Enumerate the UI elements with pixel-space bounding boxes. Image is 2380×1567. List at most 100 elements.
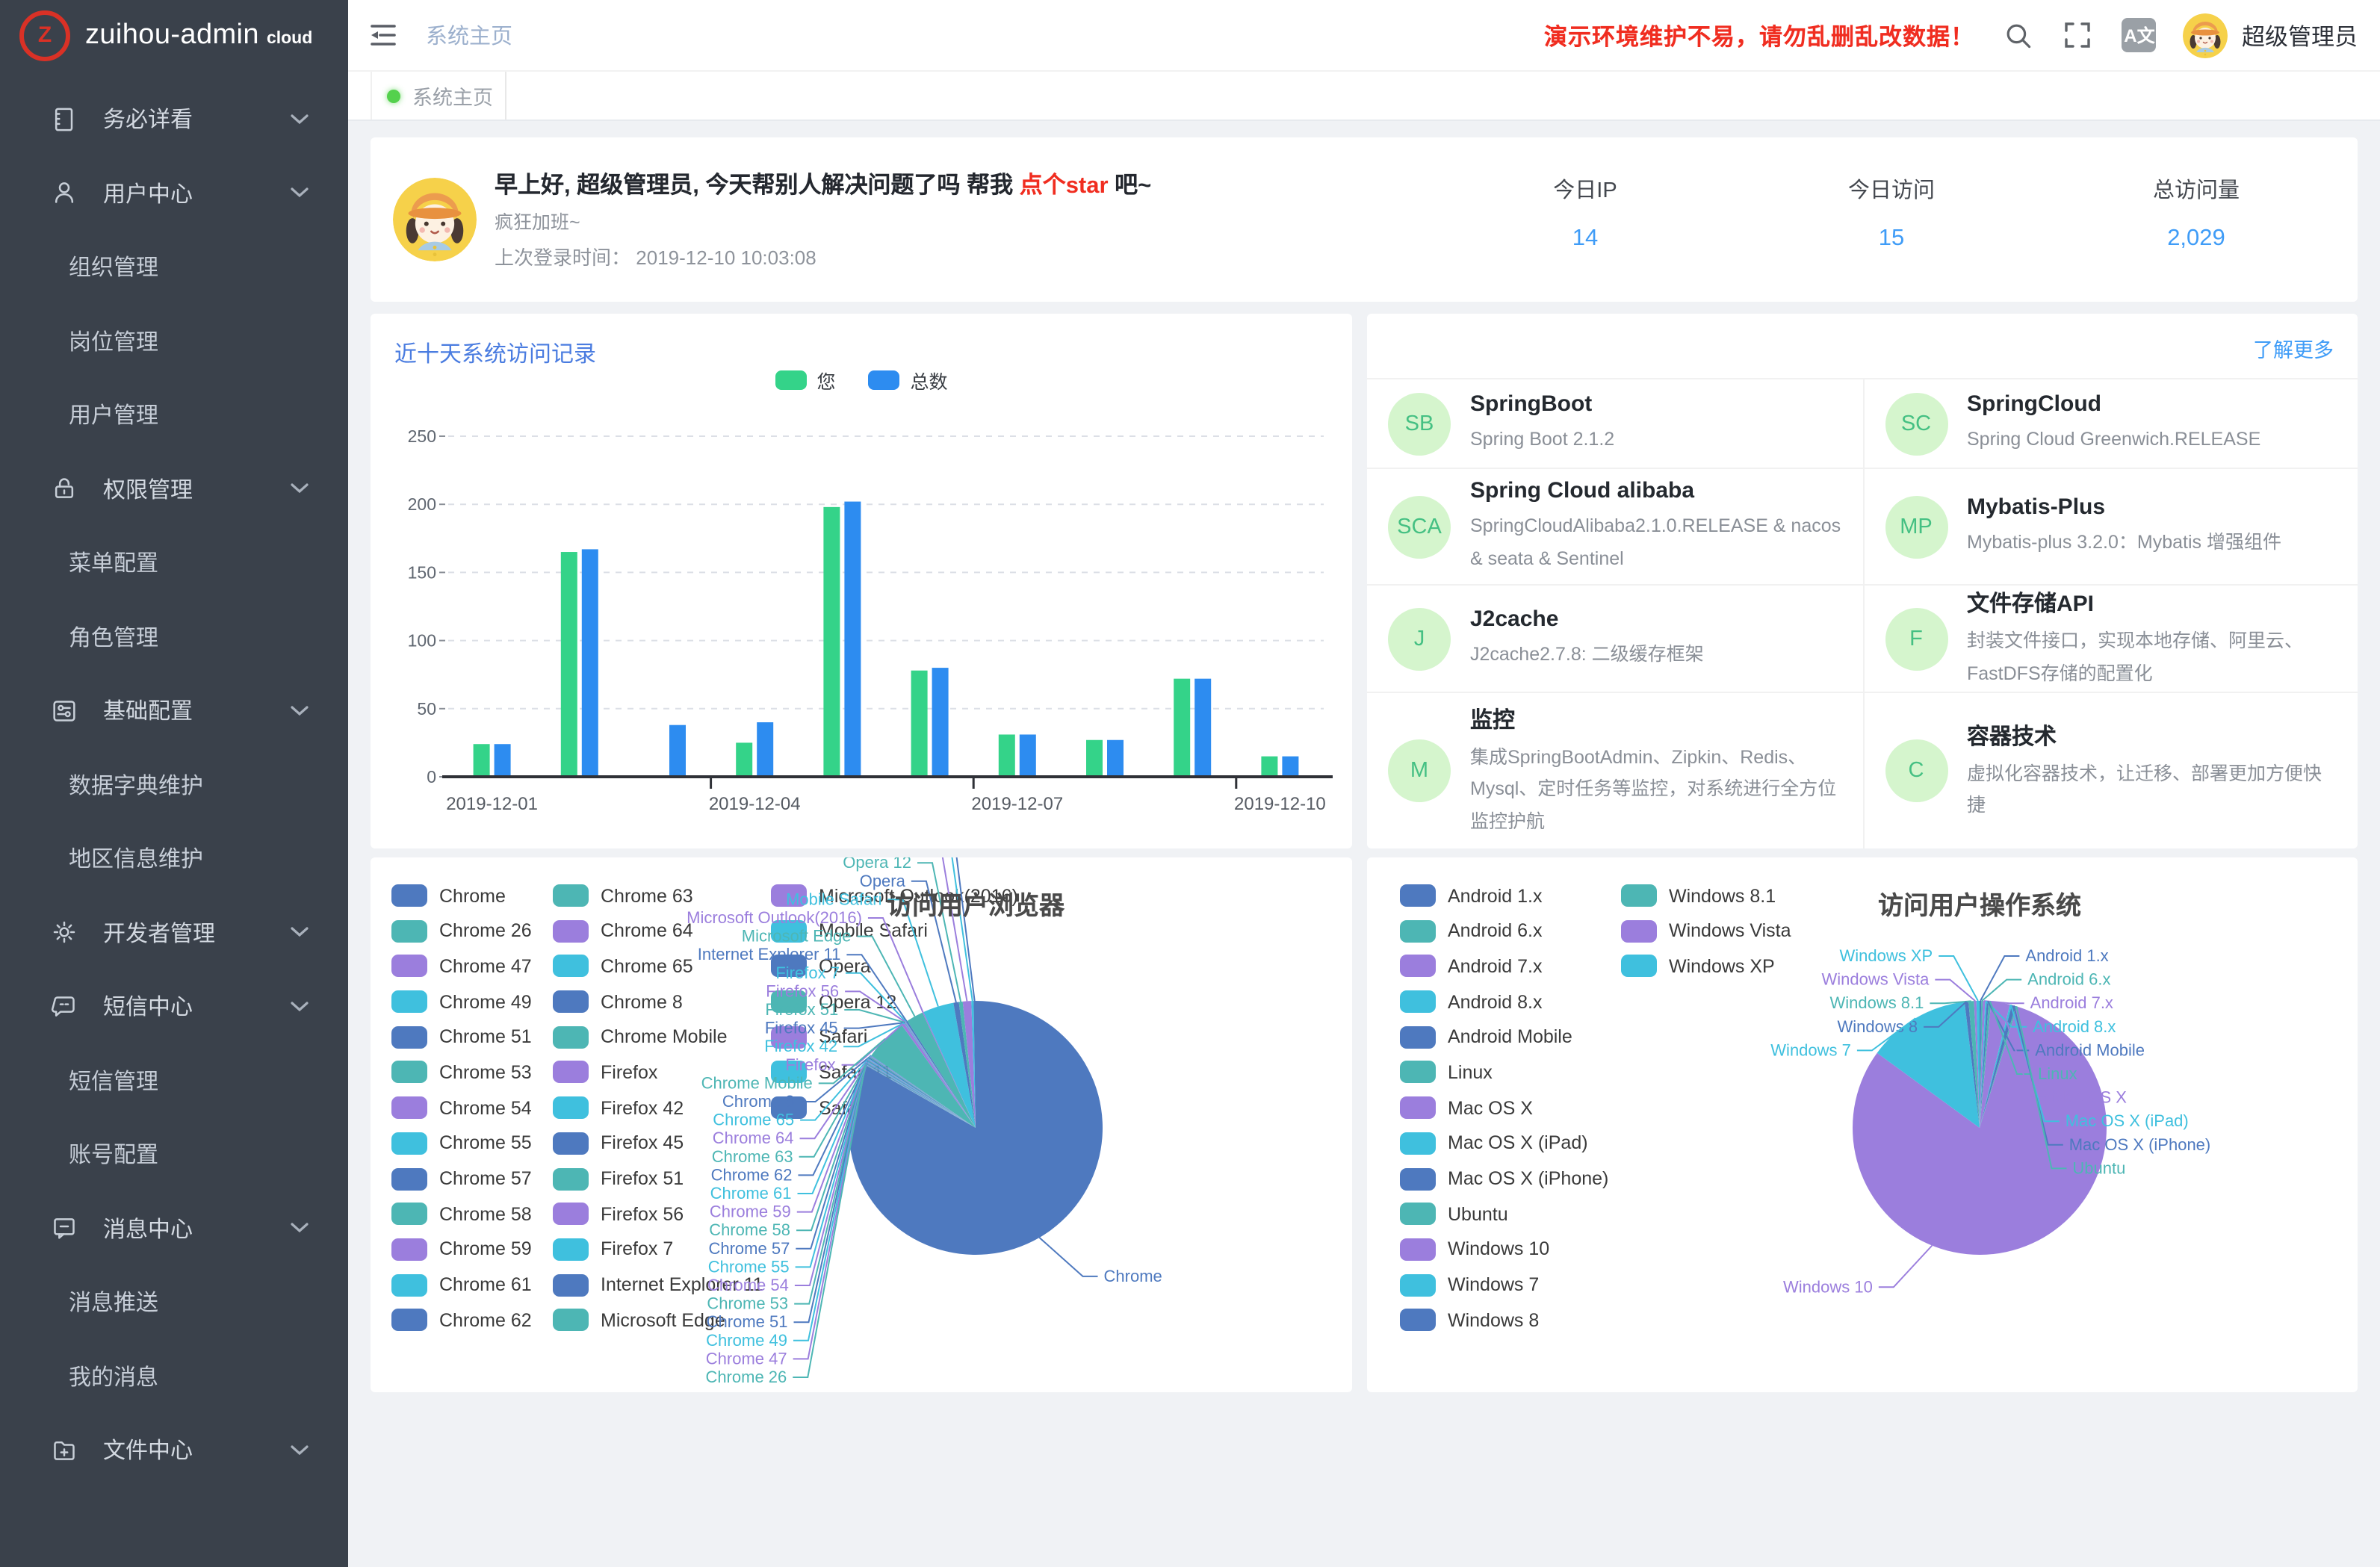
- tab-active-dot: [387, 89, 400, 102]
- legend-item-Android 6.x[interactable]: Android 6.x: [1400, 919, 1608, 942]
- legend-item-Chrome 53[interactable]: Chrome 53: [391, 1061, 532, 1084]
- legend-item-Chrome 57[interactable]: Chrome 57: [391, 1167, 532, 1190]
- legend-item-Chrome 63[interactable]: Chrome 63: [553, 884, 763, 907]
- legend-swatch: [553, 1096, 589, 1119]
- legend-item-Chrome 65[interactable]: Chrome 65: [553, 955, 763, 978]
- legend-item-Internet Explorer 11[interactable]: Internet Explorer 11: [553, 1273, 763, 1296]
- legend-swatch: [553, 919, 589, 942]
- legend-item-Firefox 45[interactable]: Firefox 45: [553, 1132, 763, 1155]
- legend-item-Chrome 55[interactable]: Chrome 55: [391, 1132, 532, 1155]
- sidebar-item-短信管理[interactable]: 短信管理: [0, 1043, 348, 1117]
- legend-item-Opera 12[interactable]: Opera 12: [771, 990, 1018, 1013]
- legend-item-Firefox 42[interactable]: Firefox 42: [553, 1096, 763, 1119]
- svg-text:Android 6.x: Android 6.x: [2027, 970, 2110, 989]
- sidebar-item-用户中心[interactable]: 用户中心: [0, 156, 348, 230]
- legend-item-Chrome 51[interactable]: Chrome 51: [391, 1026, 532, 1049]
- legend-item-Safari 11[interactable]: Safari 11: [771, 1061, 1018, 1084]
- legend-item-Chrome 54[interactable]: Chrome 54: [391, 1096, 532, 1119]
- legend-item-Ubuntu[interactable]: Ubuntu: [1400, 1203, 1608, 1225]
- legend-item-Chrome 8[interactable]: Chrome 8: [553, 990, 763, 1013]
- legend-label: Chrome 61: [439, 1274, 532, 1295]
- sidebar-item-岗位管理[interactable]: 岗位管理: [0, 304, 348, 378]
- legend-label: Android Mobile: [1448, 1027, 1572, 1048]
- legend-item-Windows 8[interactable]: Windows 8: [1400, 1309, 1608, 1332]
- breadcrumb[interactable]: 系统主页: [426, 19, 512, 51]
- legend-item-Mac OS X (iPad)[interactable]: Mac OS X (iPad): [1400, 1132, 1608, 1155]
- legend-item-Firefox 51[interactable]: Firefox 51: [553, 1167, 763, 1190]
- legend-item-Chrome 62[interactable]: Chrome 62: [391, 1309, 532, 1332]
- sidebar-item-菜单配置[interactable]: 菜单配置: [0, 526, 348, 600]
- fullscreen-icon[interactable]: [2064, 21, 2092, 49]
- sidebar-item-label: 地区信息维护: [69, 843, 203, 875]
- sidebar-item-开发者管理[interactable]: 开发者管理: [0, 896, 348, 969]
- legend-item-Chrome 47[interactable]: Chrome 47: [391, 955, 532, 978]
- sidebar-item-账号配置[interactable]: 账号配置: [0, 1117, 348, 1191]
- legend-item-Firefox[interactable]: Firefox: [553, 1061, 763, 1084]
- sidebar-item-我的消息[interactable]: 我的消息: [0, 1339, 348, 1413]
- sidebar-item-角色管理[interactable]: 角色管理: [0, 600, 348, 674]
- user-avatar[interactable]: [2184, 13, 2228, 58]
- legend-item-Opera[interactable]: Opera: [771, 955, 1018, 978]
- legend-item-Firefox 56[interactable]: Firefox 56: [553, 1203, 763, 1225]
- legend-label: Safari: [819, 1027, 867, 1048]
- legend-swatch: [1400, 1096, 1436, 1119]
- legend-item-您[interactable]: 您: [775, 366, 835, 394]
- legend-item-Chrome Mobile[interactable]: Chrome Mobile: [553, 1026, 763, 1049]
- sidebar-item-用户管理[interactable]: 用户管理: [0, 378, 348, 452]
- legend-label: Windows 7: [1448, 1274, 1539, 1295]
- legend-item-Mobile Safari[interactable]: Mobile Safari: [771, 919, 1018, 942]
- legend-item-Chrome[interactable]: Chrome: [391, 884, 532, 907]
- sidebar-item-权限管理[interactable]: 权限管理: [0, 452, 348, 526]
- star-link[interactable]: 点个star: [1020, 173, 1109, 199]
- sidebar-item-文件中心[interactable]: 文件中心: [0, 1413, 348, 1487]
- legend-label: Firefox: [601, 1062, 657, 1083]
- stat-value[interactable]: 15: [1772, 226, 2011, 252]
- legend-swatch: [391, 990, 427, 1013]
- legend-item-Windows XP[interactable]: Windows XP: [1621, 955, 1791, 978]
- legend-item-Android 8.x[interactable]: Android 8.x: [1400, 990, 1608, 1013]
- sidebar-item-地区信息维护[interactable]: 地区信息维护: [0, 822, 348, 896]
- svg-text:Opera 12: Opera 12: [843, 857, 911, 872]
- env-warning-text: 演示环境维护不易，请勿乱删乱改数据！: [1544, 19, 1974, 52]
- legend-item-Android 7.x[interactable]: Android 7.x: [1400, 955, 1608, 978]
- tab-system-home[interactable]: 系统主页: [371, 72, 506, 120]
- legend-item-Android 1.x[interactable]: Android 1.x: [1400, 884, 1608, 907]
- legend-item-Linux[interactable]: Linux: [1400, 1061, 1608, 1084]
- stat-value[interactable]: 2,029: [2077, 226, 2316, 252]
- sidebar-item-务必详看[interactable]: 务必详看: [0, 82, 348, 156]
- search-icon[interactable]: [2004, 20, 2034, 50]
- current-user-name[interactable]: 超级管理员: [2242, 19, 2358, 52]
- sidebar-item-短信中心[interactable]: 短信中心: [0, 969, 348, 1043]
- sidebar-item-消息推送[interactable]: 消息推送: [0, 1265, 348, 1339]
- legend-item-Firefox 7[interactable]: Firefox 7: [553, 1238, 763, 1261]
- legend-item-Mac OS X (iPhone)[interactable]: Mac OS X (iPhone): [1400, 1167, 1608, 1190]
- legend-item-Chrome 64[interactable]: Chrome 64: [553, 919, 763, 942]
- legend-item-Windows 8.1[interactable]: Windows 8.1: [1621, 884, 1791, 907]
- sidebar-item-数据字典维护[interactable]: 数据字典维护: [0, 748, 348, 822]
- legend-item-Chrome 61[interactable]: Chrome 61: [391, 1273, 532, 1296]
- font-size-icon[interactable]: A文: [2122, 18, 2157, 52]
- sidebar-item-组织管理[interactable]: 组织管理: [0, 230, 348, 304]
- legend-item-Windows 10[interactable]: Windows 10: [1400, 1238, 1608, 1261]
- legend-item-Windows 7[interactable]: Windows 7: [1400, 1273, 1608, 1296]
- legend-item-Chrome 58[interactable]: Chrome 58: [391, 1203, 532, 1225]
- legend-item-Chrome 59[interactable]: Chrome 59: [391, 1238, 532, 1261]
- visit-record-panel: 近十天系统访问记录 您总数 0501001502002502019-12-012…: [371, 314, 1352, 848]
- legend-item-Chrome 26[interactable]: Chrome 26: [391, 919, 532, 942]
- legend-item-Safari 9[interactable]: Safari 9: [771, 1096, 1018, 1119]
- stat-value[interactable]: 14: [1466, 226, 1705, 252]
- legend-item-Microsoft Edge[interactable]: Microsoft Edge: [553, 1309, 763, 1332]
- legend-item-Safari[interactable]: Safari: [771, 1026, 1018, 1049]
- sidebar-item-基础配置[interactable]: 基础配置: [0, 674, 348, 748]
- legend-item-Android Mobile[interactable]: Android Mobile: [1400, 1026, 1608, 1049]
- legend-item-Mac OS X[interactable]: Mac OS X: [1400, 1096, 1608, 1119]
- legend-item-Windows Vista[interactable]: Windows Vista: [1621, 919, 1791, 942]
- learn-more-link[interactable]: 了解更多: [2253, 333, 2334, 363]
- legend-label: Mac OS X (iPhone): [1448, 1168, 1608, 1189]
- sidebar-item-消息中心[interactable]: 消息中心: [0, 1191, 348, 1265]
- legend-item-Chrome 49[interactable]: Chrome 49: [391, 990, 532, 1013]
- legend-item-总数[interactable]: 总数: [869, 366, 948, 394]
- folder-plus-icon: [49, 1436, 79, 1465]
- collapse-menu-icon[interactable]: [368, 19, 399, 51]
- app-logo[interactable]: Z zuihou-admin cloud: [0, 0, 348, 70]
